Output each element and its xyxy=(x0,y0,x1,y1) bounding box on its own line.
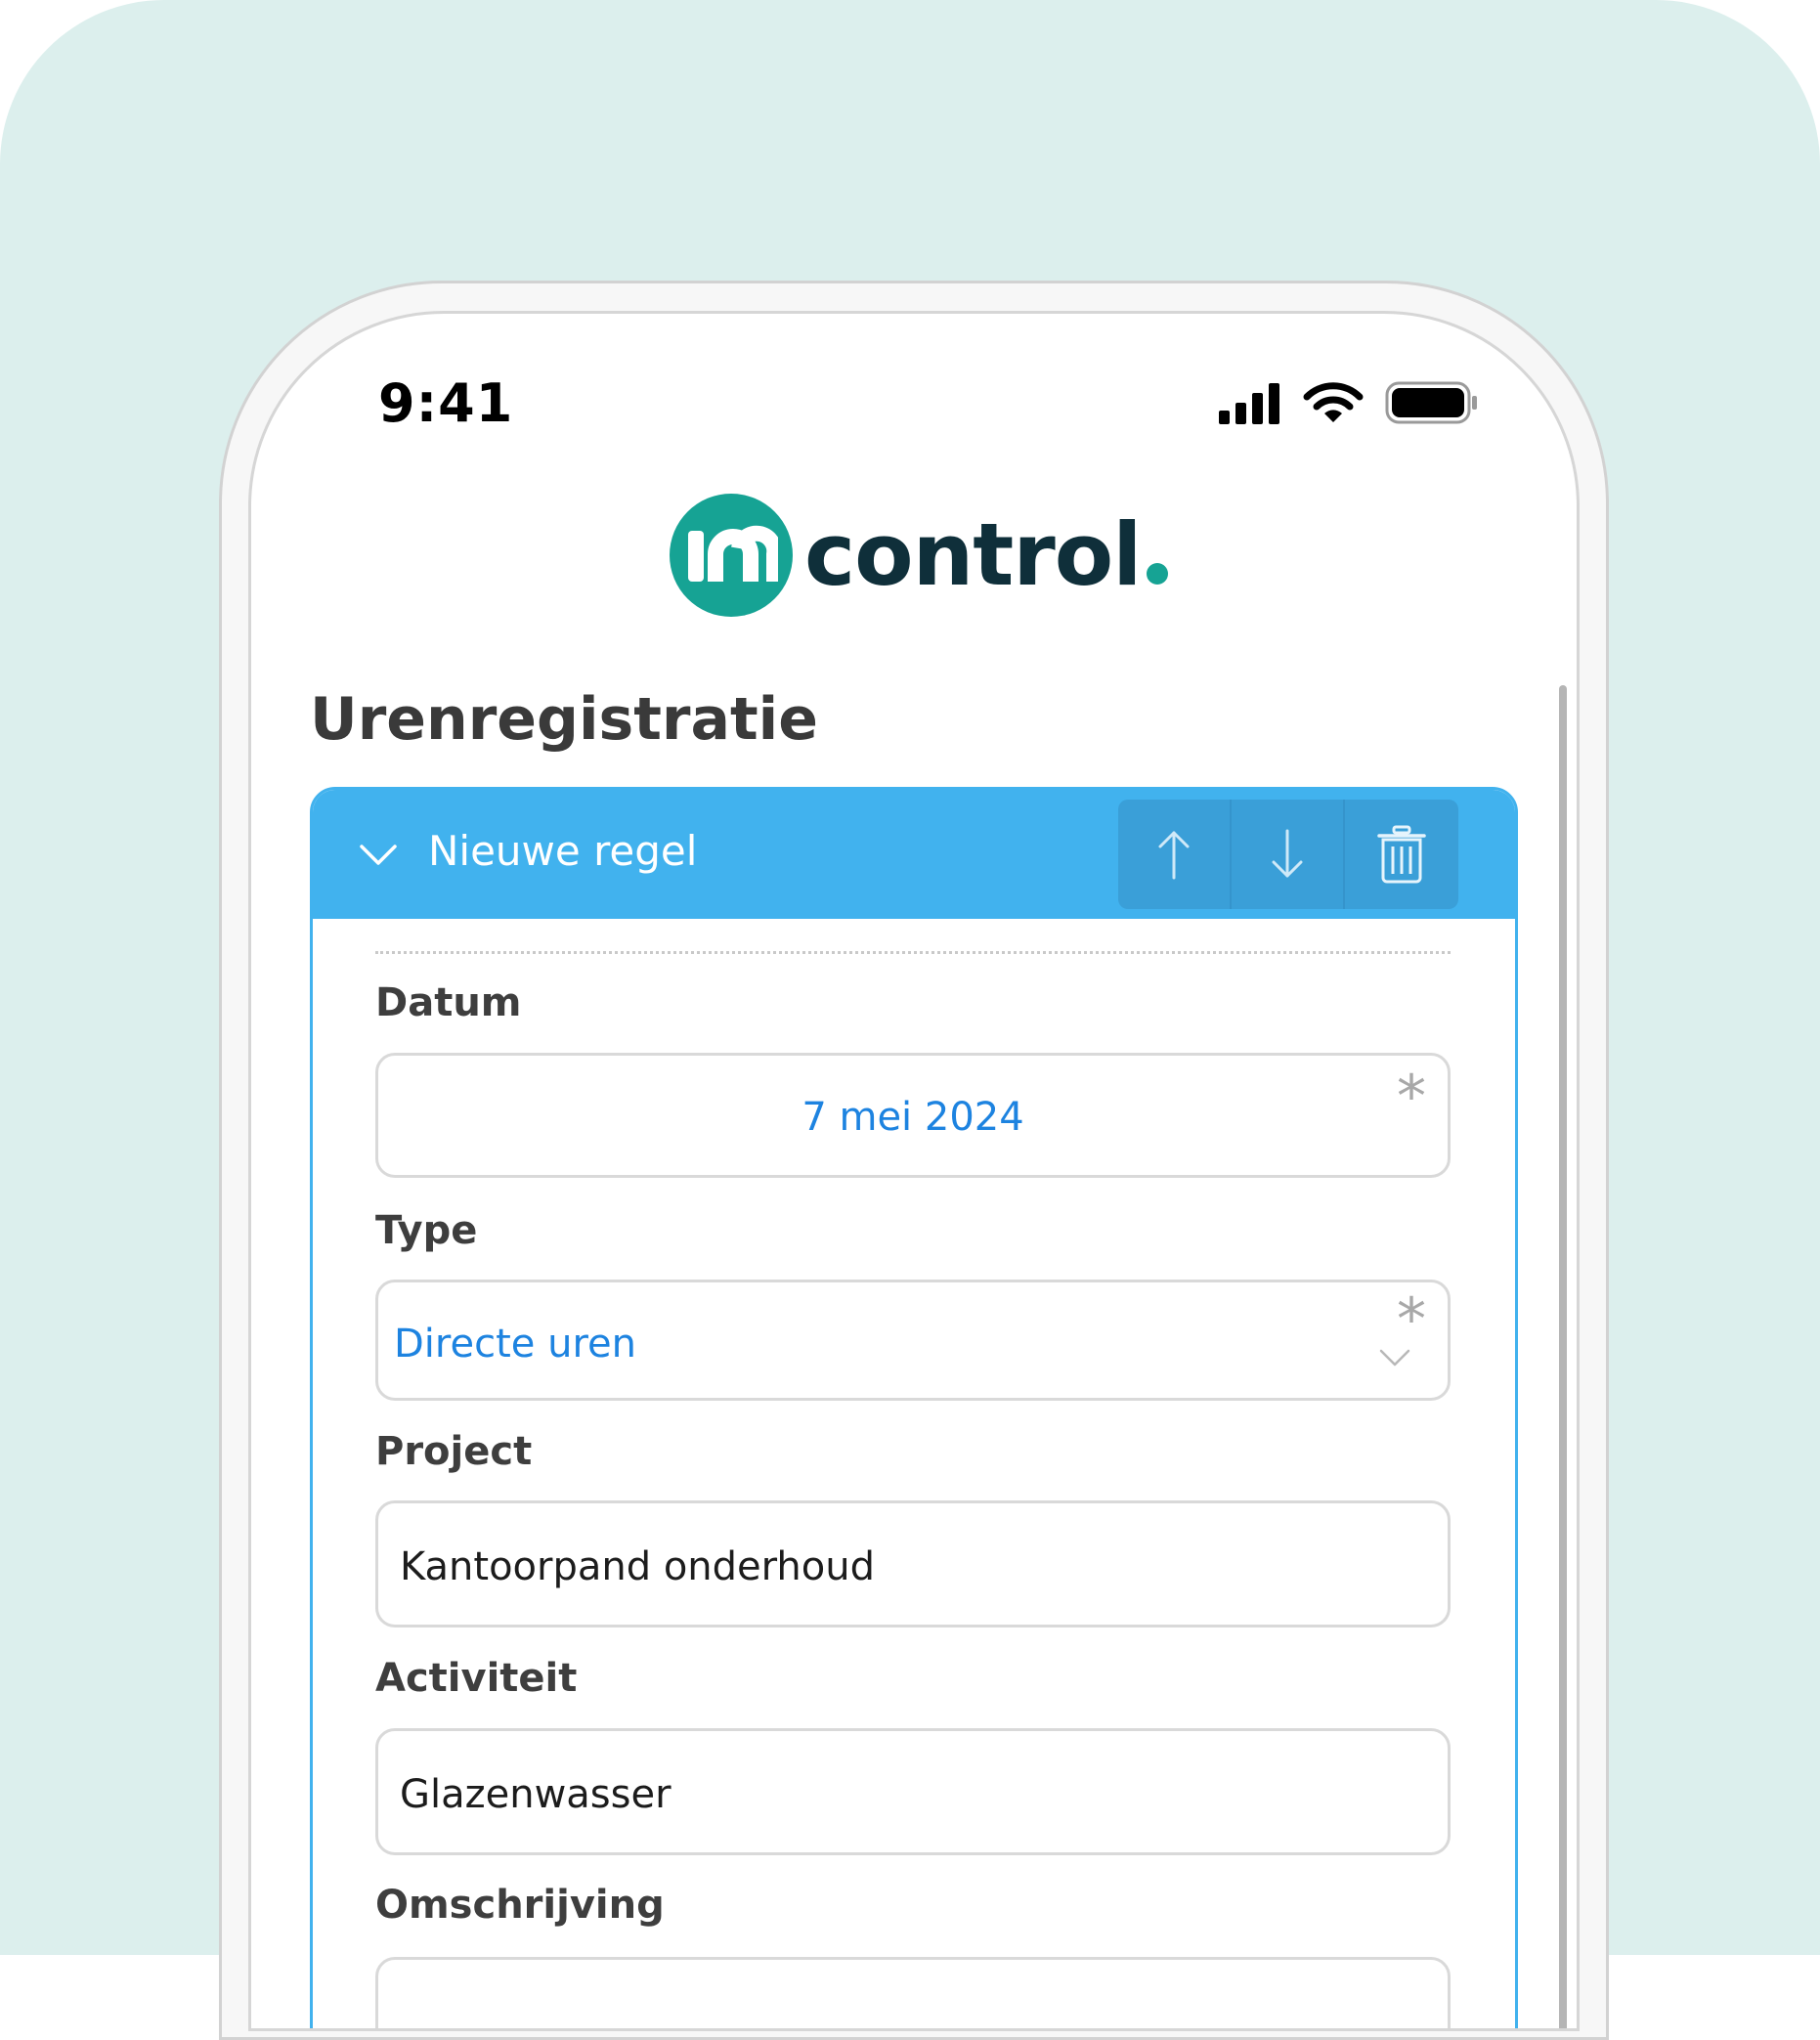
scrollbar[interactable] xyxy=(1559,685,1567,2028)
arrow-down-icon xyxy=(1272,829,1303,878)
type-value: Directe uren xyxy=(394,1322,636,1367)
move-down-button[interactable] xyxy=(1232,800,1345,909)
omschrijving-field[interactable] xyxy=(375,1957,1451,2028)
chevron-down-icon[interactable] xyxy=(356,833,401,878)
arrow-up-icon xyxy=(1158,831,1190,880)
page-title: Urenregistratie xyxy=(310,685,818,754)
wifi-icon xyxy=(1303,381,1364,428)
required-indicator: * xyxy=(1397,1063,1426,1131)
activiteit-value: Glazenwasser xyxy=(400,1772,672,1817)
status-bar: 9:41 xyxy=(251,314,1577,434)
battery-icon xyxy=(1385,380,1479,429)
logo-text: control xyxy=(804,512,1169,598)
card-header[interactable]: Nieuwe regel xyxy=(313,790,1515,919)
omschrijving-label: Omschrijving xyxy=(375,1883,665,1928)
required-indicator: * xyxy=(1397,1285,1426,1354)
divider xyxy=(375,951,1451,954)
activiteit-field[interactable]: Glazenwasser xyxy=(375,1728,1451,1855)
card-title: Nieuwe regel xyxy=(428,827,698,875)
card-actions xyxy=(1118,800,1458,909)
project-value: Kantoorpand onderhoud xyxy=(400,1544,875,1589)
datum-value: 7 mei 2024 xyxy=(802,1095,1024,1140)
move-up-button[interactable] xyxy=(1118,800,1232,909)
incontrol-logo: control xyxy=(670,492,1169,619)
status-icons xyxy=(1219,380,1479,429)
activiteit-label: Activiteit xyxy=(375,1656,578,1701)
trash-icon xyxy=(1377,825,1426,884)
datum-label: Datum xyxy=(375,980,522,1025)
type-label: Type xyxy=(375,1208,478,1253)
datum-field[interactable]: 7 mei 2024 * xyxy=(375,1053,1451,1178)
project-field[interactable]: Kantoorpand onderhoud xyxy=(375,1500,1451,1628)
logo-dot xyxy=(1147,563,1169,585)
time-entry-card: Nieuwe regel Datum 7 mei 2024 * Type Dir… xyxy=(310,787,1518,2028)
type-select[interactable]: Directe uren * xyxy=(375,1280,1451,1401)
phone-screen: 9:41 control Urenregistratie Nieuwe rege… xyxy=(248,311,1580,2031)
logo-mark xyxy=(670,494,793,617)
project-label: Project xyxy=(375,1429,533,1474)
cellular-signal-icon xyxy=(1219,381,1281,428)
status-time: 9:41 xyxy=(378,372,514,434)
delete-button[interactable] xyxy=(1345,800,1458,909)
